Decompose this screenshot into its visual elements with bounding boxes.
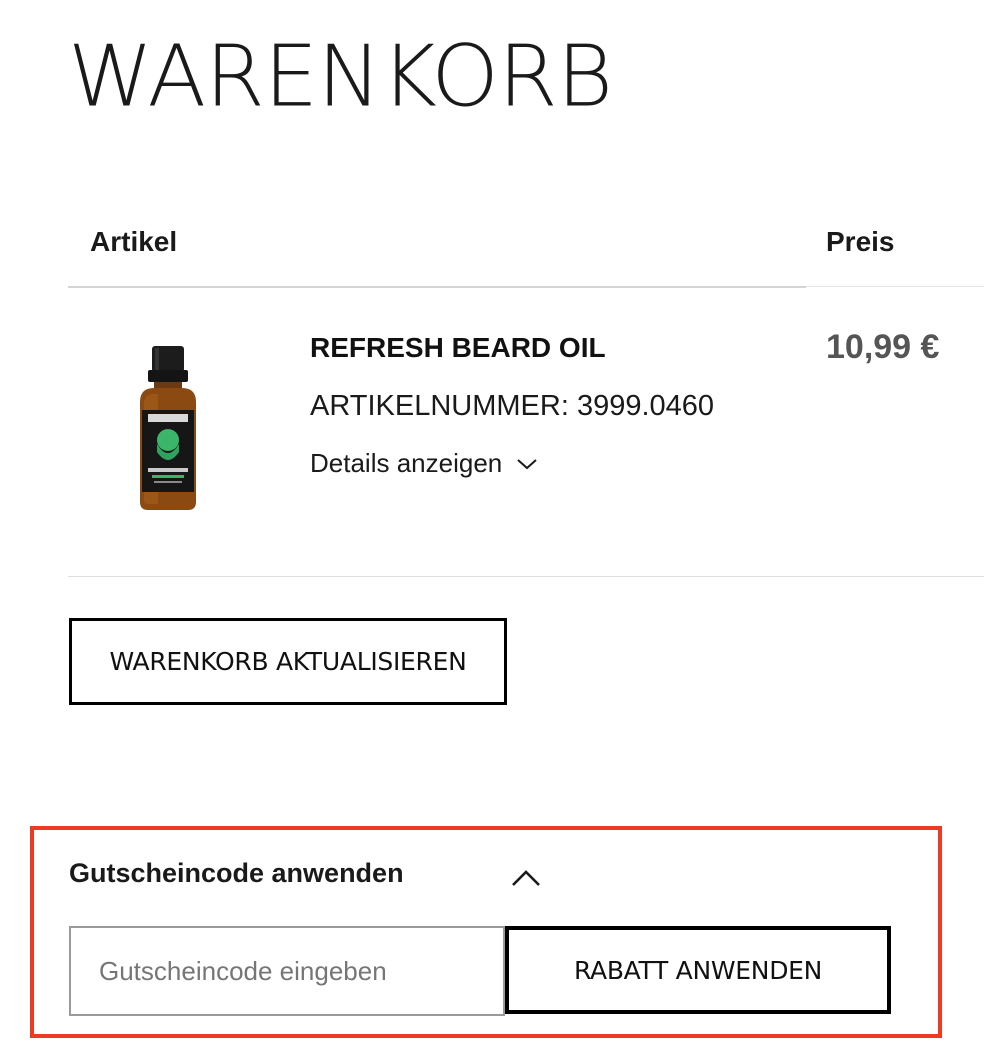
- column-header-artikel: Artikel: [90, 226, 178, 257]
- product-name[interactable]: REFRESH BEARD OIL: [310, 332, 606, 364]
- item-divider: [68, 576, 984, 577]
- page-title: WARENKORB: [68, 28, 613, 127]
- column-header-preis: Preis: [826, 226, 895, 257]
- header-divider: [68, 286, 806, 288]
- chevron-up-icon[interactable]: [510, 866, 542, 890]
- coupon-code-input[interactable]: [69, 926, 505, 1016]
- details-toggle[interactable]: Details anzeigen: [310, 448, 538, 479]
- details-toggle-label: Details anzeigen: [310, 448, 503, 478]
- product-price: 10,99 €: [826, 328, 940, 366]
- product-image[interactable]: [130, 344, 206, 514]
- header-divider-right: [806, 286, 984, 287]
- apply-discount-button[interactable]: RABATT ANWENDEN: [505, 926, 891, 1014]
- coupon-section-title[interactable]: Gutscheincode anwenden: [69, 858, 404, 889]
- update-cart-button[interactable]: WARENKORB AKTUALISIEREN: [69, 618, 507, 705]
- product-sku: ARTIKELNUMMER: 3999.0460: [310, 390, 715, 422]
- chevron-down-icon: [517, 458, 537, 469]
